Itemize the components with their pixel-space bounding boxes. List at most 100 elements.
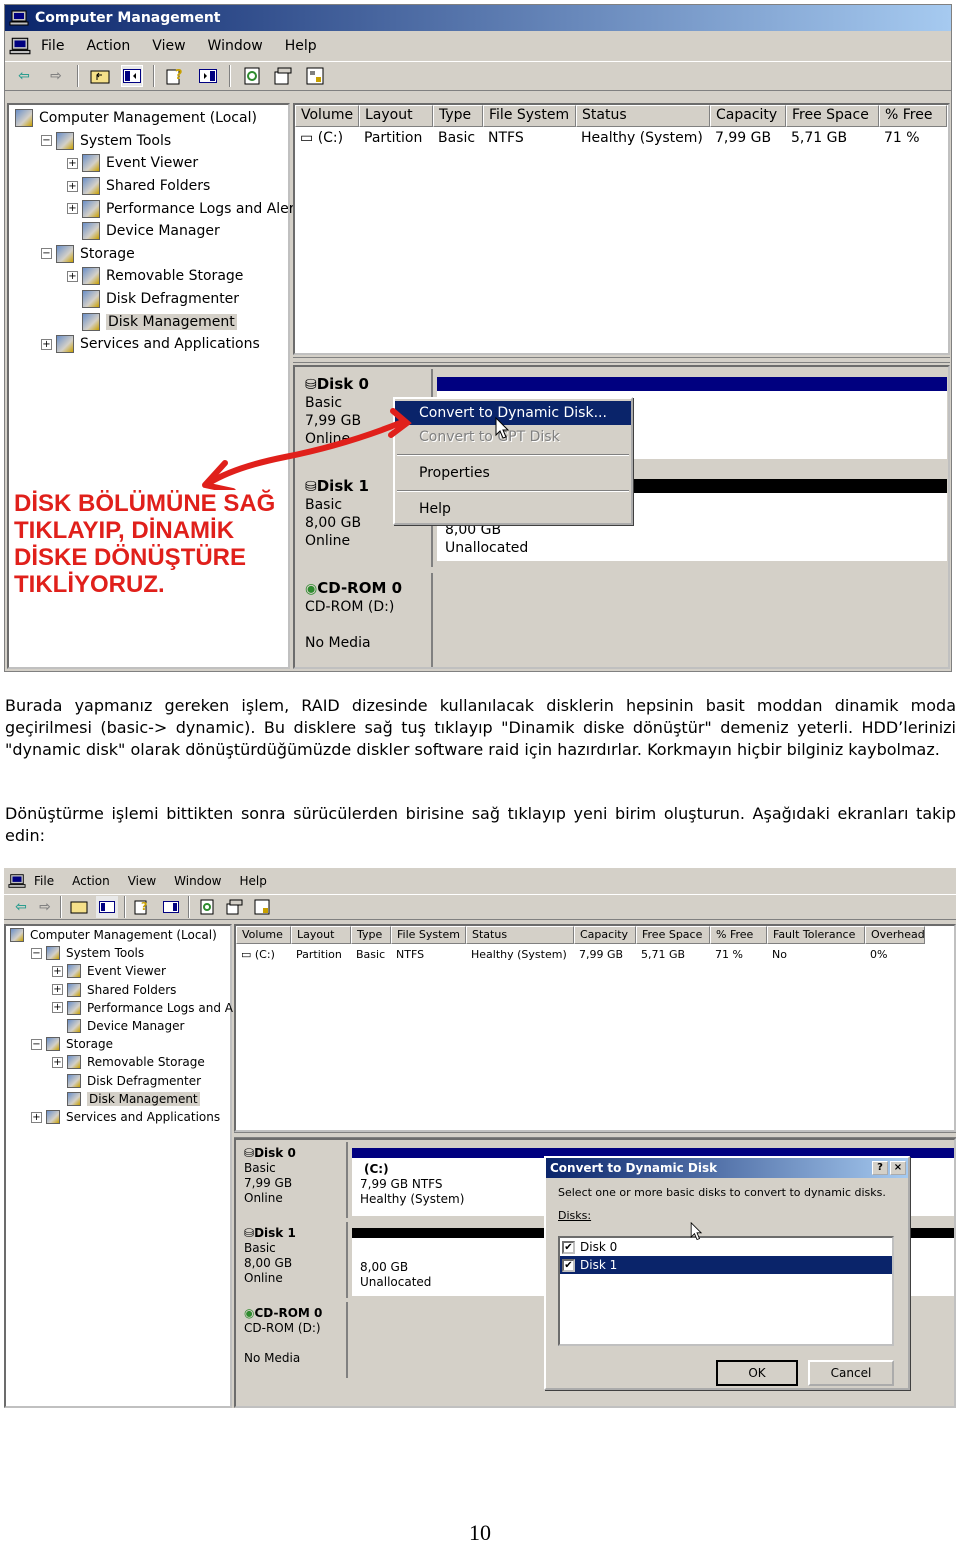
column-header[interactable]: Layout <box>359 105 433 127</box>
column-header[interactable]: File System <box>391 926 466 944</box>
cdrom-0-label[interactable]: ◉CD-ROM 0 CD-ROM (D:) No Media <box>295 573 433 667</box>
column-header[interactable]: Free Space <box>636 926 710 944</box>
tree-item[interactable]: Disk Defragmenter <box>52 1072 201 1090</box>
menu-window[interactable]: Window <box>174 874 221 888</box>
column-header[interactable]: Volume <box>236 926 291 944</box>
menu-item-convert-dynamic[interactable]: Convert to Dynamic Disk... <box>395 401 631 425</box>
ok-button[interactable]: OK <box>716 1360 798 1386</box>
tree-item[interactable]: Device Manager <box>67 220 220 243</box>
expand-icon[interactable]: + <box>52 1056 63 1068</box>
disk-list-item[interactable]: ✔ Disk 0 <box>560 1238 892 1256</box>
menu-file[interactable]: File <box>41 38 64 54</box>
tree-item[interactable]: + Event Viewer <box>52 962 166 980</box>
pane-splitter[interactable] <box>293 357 950 363</box>
forward-icon[interactable]: ⇨ <box>45 65 67 87</box>
menu-item-properties[interactable]: Properties <box>395 461 631 485</box>
properties-icon[interactable] <box>273 65 295 87</box>
expand-icon[interactable]: + <box>67 157 78 169</box>
menu-action[interactable]: Action <box>86 38 130 54</box>
column-header[interactable]: Capacity <box>710 105 786 127</box>
menu-help[interactable]: Help <box>285 38 317 54</box>
close-button[interactable]: × <box>890 1161 906 1175</box>
column-header[interactable]: Status <box>466 926 574 944</box>
menu-file[interactable]: File <box>34 874 54 888</box>
tree-item[interactable]: + Performance Logs and Alert: <box>67 197 305 220</box>
tree-item[interactable]: − Storage <box>31 1035 113 1053</box>
up-folder-icon[interactable] <box>68 896 90 918</box>
show-hide-tree-icon[interactable] <box>121 65 143 87</box>
tree-item[interactable]: + Services and Applications <box>31 1108 220 1126</box>
checkbox-checked-icon[interactable]: ✔ <box>562 1241 575 1254</box>
column-header[interactable]: Layout <box>291 926 351 944</box>
expand-icon[interactable]: + <box>31 1111 42 1123</box>
tree-item[interactable]: Computer Management (Local) <box>10 926 217 944</box>
help-icon[interactable]: ? <box>165 65 187 87</box>
tree-item[interactable]: + Shared Folders <box>67 175 210 198</box>
tree-item[interactable]: + Event Viewer <box>67 152 198 175</box>
up-folder-icon[interactable] <box>89 65 111 87</box>
export-icon[interactable] <box>305 65 327 87</box>
refresh-icon[interactable] <box>196 896 218 918</box>
expand-icon[interactable]: + <box>67 270 78 282</box>
column-header[interactable]: Free Space <box>786 105 879 127</box>
properties-icon[interactable] <box>224 896 246 918</box>
menu-view[interactable]: View <box>152 38 185 54</box>
disk-1-label[interactable]: ⛁Disk 1 Basic 8,00 GB Online <box>236 1222 348 1298</box>
tree-item[interactable]: + Shared Folders <box>52 981 176 999</box>
tree-item[interactable]: − System Tools <box>41 130 171 153</box>
expand-icon[interactable]: + <box>67 203 78 215</box>
column-header[interactable]: Status <box>576 105 710 127</box>
tree-item[interactable]: Disk Defragmenter <box>67 288 239 311</box>
column-header[interactable]: File System <box>483 105 576 127</box>
column-header[interactable]: Overhead <box>865 926 925 944</box>
menu-action[interactable]: Action <box>72 874 110 888</box>
column-header[interactable]: Capacity <box>574 926 636 944</box>
column-header[interactable]: % Free <box>879 105 947 127</box>
expand-icon[interactable]: + <box>41 338 52 350</box>
column-header[interactable]: % Free <box>710 926 767 944</box>
refresh-icon[interactable] <box>241 65 263 87</box>
expand-icon[interactable]: + <box>67 180 78 192</box>
cancel-button[interactable]: Cancel <box>808 1360 894 1386</box>
expand-icon[interactable]: + <box>52 965 63 977</box>
tree-item[interactable]: − System Tools <box>31 944 144 962</box>
tree-item[interactable]: Computer Management (Local) <box>15 107 257 130</box>
column-header[interactable]: Volume <box>295 105 359 127</box>
collapse-icon[interactable]: − <box>31 1038 42 1050</box>
tree-item[interactable]: + Removable Storage <box>52 1053 205 1071</box>
checkbox-checked-icon[interactable]: ✔ <box>562 1259 575 1272</box>
collapse-icon[interactable]: − <box>41 248 52 260</box>
disks-listbox[interactable]: ✔ Disk 0 ✔ Disk 1 <box>558 1236 894 1346</box>
menu-view[interactable]: View <box>128 874 156 888</box>
table-row[interactable]: ▭ (C:) Partition Basic NTFS Healthy (System)… <box>236 944 954 966</box>
cdrom-0-label[interactable]: ◉CD-ROM 0 CD-ROM (D:) No Media <box>236 1302 348 1378</box>
show-hide-action-pane-icon[interactable] <box>160 896 182 918</box>
tree-item[interactable]: + Performance Logs and Alert: <box>52 999 257 1017</box>
tree-item[interactable]: + Services and Applications <box>41 333 260 356</box>
tree-item[interactable]: + Removable Storage <box>67 265 243 288</box>
menu-item-help[interactable]: Help <box>395 497 631 521</box>
export-icon[interactable] <box>252 896 274 918</box>
menu-window[interactable]: Window <box>208 38 263 54</box>
back-icon[interactable]: ⇦ <box>12 896 30 918</box>
forward-icon[interactable]: ⇨ <box>36 896 54 918</box>
menu-help[interactable]: Help <box>240 874 267 888</box>
table-row[interactable]: ▭ (C:) Partition Basic NTFS Healthy (System)… <box>295 127 948 149</box>
column-header[interactable]: Fault Tolerance <box>767 926 865 944</box>
collapse-icon[interactable]: − <box>41 135 52 147</box>
show-hide-tree-icon[interactable] <box>96 896 118 918</box>
column-header[interactable]: Type <box>433 105 483 127</box>
tree-item[interactable]: Disk Management <box>67 310 237 333</box>
expand-icon[interactable]: + <box>52 1002 63 1014</box>
collapse-icon[interactable]: − <box>31 947 42 959</box>
show-hide-action-pane-icon[interactable] <box>197 65 219 87</box>
disk-list-item-selected[interactable]: ✔ Disk 1 <box>560 1256 892 1274</box>
help-button[interactable]: ? <box>872 1161 888 1175</box>
tree-item[interactable]: − Storage <box>41 243 135 266</box>
expand-icon[interactable]: + <box>52 984 63 996</box>
back-icon[interactable]: ⇦ <box>13 65 35 87</box>
help-icon[interactable]: ? <box>132 896 154 918</box>
disk-0-label[interactable]: ⛁Disk 0 Basic 7,99 GB Online <box>236 1142 348 1218</box>
tree-item[interactable]: Device Manager <box>52 1017 184 1035</box>
column-header[interactable]: Type <box>351 926 391 944</box>
